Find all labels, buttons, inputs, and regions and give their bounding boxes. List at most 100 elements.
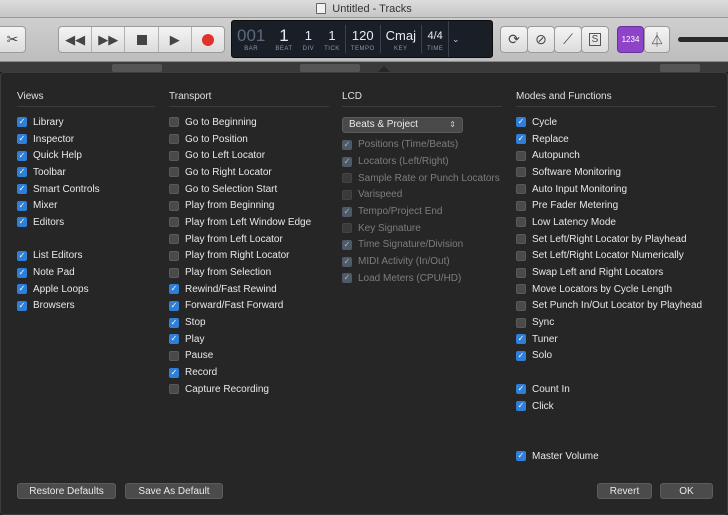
lcd-key-signature-option[interactable]: Key Signature <box>342 220 502 237</box>
checkbox[interactable] <box>516 401 526 412</box>
checkbox[interactable] <box>516 150 526 161</box>
transport-stop-option[interactable]: Stop <box>169 314 329 331</box>
checkbox[interactable] <box>342 156 352 167</box>
transport-play-option[interactable]: Play <box>169 331 329 348</box>
ok-button[interactable]: OK <box>660 483 713 499</box>
revert-button[interactable]: Revert <box>597 483 652 499</box>
checkbox[interactable] <box>516 167 526 178</box>
checkbox[interactable] <box>17 300 27 311</box>
checkbox[interactable] <box>342 206 352 217</box>
modes-master-volume-option[interactable]: Master Volume <box>516 448 716 465</box>
play-button[interactable]: ▶ <box>159 27 192 52</box>
views-inspector-option[interactable]: Inspector <box>17 131 155 148</box>
checkbox[interactable] <box>169 334 179 345</box>
transport-play-from-left-locator-option[interactable]: Play from Left Locator <box>169 231 329 248</box>
lcd-tempo-project-end-option[interactable]: Tempo/Project End <box>342 203 502 220</box>
transport-go-to-selection-start-option[interactable]: Go to Selection Start <box>169 181 329 198</box>
checkbox[interactable] <box>169 367 179 378</box>
views-smart-controls-option[interactable]: Smart Controls <box>17 181 155 198</box>
checkbox[interactable] <box>342 223 352 234</box>
checkbox[interactable] <box>169 200 179 211</box>
modes-replace-option[interactable]: Replace <box>516 131 716 148</box>
checkbox[interactable] <box>17 150 27 161</box>
checkbox[interactable] <box>516 217 526 228</box>
transport-capture-recording-option[interactable]: Capture Recording <box>169 381 329 398</box>
scissors-tool-button[interactable]: ✂ <box>0 26 26 53</box>
checkbox[interactable] <box>17 217 27 228</box>
checkbox[interactable] <box>516 384 526 395</box>
checkbox[interactable] <box>169 217 179 228</box>
tuner-button[interactable]: ⟋ <box>554 26 582 53</box>
checkbox[interactable] <box>17 117 27 128</box>
checkbox[interactable] <box>516 117 526 128</box>
checkbox[interactable] <box>17 284 27 295</box>
checkbox[interactable] <box>17 200 27 211</box>
views-browsers-option[interactable]: Browsers <box>17 298 155 315</box>
checkbox[interactable] <box>169 267 179 278</box>
lcd-varispeed-option[interactable]: Varispeed <box>342 187 502 204</box>
checkbox[interactable] <box>342 273 352 284</box>
checkbox[interactable] <box>17 184 27 195</box>
views-quick-help-option[interactable]: Quick Help <box>17 147 155 164</box>
checkbox[interactable] <box>17 250 27 261</box>
checkbox[interactable] <box>169 250 179 261</box>
modes-set-punch-in-out-locator-by-playhead-option[interactable]: Set Punch In/Out Locator by Playhead <box>516 298 716 315</box>
modes-set-left-right-locator-by-playhead-option[interactable]: Set Left/Right Locator by Playhead <box>516 231 716 248</box>
checkbox[interactable] <box>17 267 27 278</box>
modes-cycle-option[interactable]: Cycle <box>516 114 716 131</box>
transport-forward-fast-forward-option[interactable]: Forward/Fast Forward <box>169 298 329 315</box>
metronome-button[interactable]: ⏃ <box>644 26 670 53</box>
checkbox[interactable] <box>169 134 179 145</box>
checkbox[interactable] <box>169 117 179 128</box>
modes-move-locators-by-cycle-length-option[interactable]: Move Locators by Cycle Length <box>516 281 716 298</box>
views-toolbar-option[interactable]: Toolbar <box>17 164 155 181</box>
master-volume-slider[interactable] <box>678 37 728 42</box>
checkbox[interactable] <box>169 384 179 395</box>
checkbox[interactable] <box>516 300 526 311</box>
modes-sync-option[interactable]: Sync <box>516 314 716 331</box>
modes-pre-fader-metering-option[interactable]: Pre Fader Metering <box>516 197 716 214</box>
checkbox[interactable] <box>516 184 526 195</box>
replace-button[interactable]: ⊘ <box>527 26 555 53</box>
checkbox[interactable] <box>516 234 526 245</box>
stop-button[interactable] <box>125 27 159 52</box>
checkbox[interactable] <box>169 234 179 245</box>
checkbox[interactable] <box>516 200 526 211</box>
checkbox[interactable] <box>342 256 352 267</box>
transport-record-option[interactable]: Record <box>169 364 329 381</box>
checkbox[interactable] <box>169 167 179 178</box>
lcd-locators-left-right-option[interactable]: Locators (Left/Right) <box>342 153 502 170</box>
checkbox[interactable] <box>169 317 179 328</box>
checkbox[interactable] <box>169 284 179 295</box>
lcd-time-signature-division-option[interactable]: Time Signature/Division <box>342 237 502 254</box>
lcd-load-meters-cpu-hd-option[interactable]: Load Meters (CPU/HD) <box>342 270 502 287</box>
checkbox[interactable] <box>342 239 352 250</box>
checkbox[interactable] <box>169 350 179 361</box>
checkbox[interactable] <box>169 300 179 311</box>
restore-defaults-button[interactable]: Restore Defaults <box>17 483 116 499</box>
lcd-positions-time-beats-option[interactable]: Positions (Time/Beats) <box>342 137 502 154</box>
views-library-option[interactable]: Library <box>17 114 155 131</box>
transport-go-to-left-locator-option[interactable]: Go to Left Locator <box>169 147 329 164</box>
modes-low-latency-mode-option[interactable]: Low Latency Mode <box>516 214 716 231</box>
cycle-button[interactable]: ⟳ <box>500 26 528 53</box>
modes-count-in-option[interactable]: Count In <box>516 381 716 398</box>
lcd-display[interactable]: 001 BAR 1 BEAT 1 DIV 1 TICK 120 TEMPO Cm… <box>231 20 493 58</box>
checkbox[interactable] <box>169 184 179 195</box>
transport-go-to-position-option[interactable]: Go to Position <box>169 131 329 148</box>
checkbox[interactable] <box>516 284 526 295</box>
transport-play-from-right-locator-option[interactable]: Play from Right Locator <box>169 248 329 265</box>
transport-go-to-beginning-option[interactable]: Go to Beginning <box>169 114 329 131</box>
modes-swap-left-and-right-locators-option[interactable]: Swap Left and Right Locators <box>516 264 716 281</box>
transport-pause-option[interactable]: Pause <box>169 348 329 365</box>
rewind-button[interactable]: ◀◀ <box>59 27 93 52</box>
checkbox[interactable] <box>342 189 352 200</box>
views-list-editors-option[interactable]: List Editors <box>17 248 155 265</box>
checkbox[interactable] <box>516 350 526 361</box>
views-apple-loops-option[interactable]: Apple Loops <box>17 281 155 298</box>
checkbox[interactable] <box>516 134 526 145</box>
transport-play-from-left-window-edge-option[interactable]: Play from Left Window Edge <box>169 214 329 231</box>
transport-play-from-selection-option[interactable]: Play from Selection <box>169 264 329 281</box>
checkbox[interactable] <box>516 334 526 345</box>
save-as-default-button[interactable]: Save As Default <box>125 483 223 499</box>
